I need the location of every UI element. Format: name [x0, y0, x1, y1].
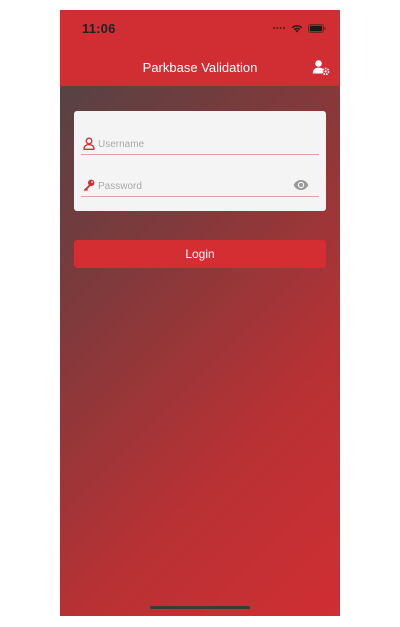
username-input[interactable] — [98, 136, 288, 152]
battery-icon — [308, 23, 326, 33]
status-icons — [272, 23, 326, 33]
password-input[interactable] — [98, 178, 288, 194]
login-button[interactable]: Login — [74, 240, 326, 268]
eye-icon[interactable] — [293, 179, 309, 191]
login-form-card — [74, 111, 326, 211]
navigation-bar: Parkbase Validation — [60, 46, 340, 86]
user-settings-icon[interactable] — [312, 59, 330, 75]
status-time: 11:06 — [82, 21, 116, 36]
app-screen: 11:06 Parkbase Validation Username Login — [60, 10, 340, 616]
password-field — [81, 177, 319, 197]
key-icon — [84, 179, 95, 192]
wifi-icon — [291, 24, 303, 32]
user-icon — [83, 137, 95, 150]
status-bar: 11:06 — [60, 10, 340, 46]
signal-dots-icon — [273, 27, 285, 29]
home-indicator — [150, 606, 250, 609]
page-title: Parkbase Validation — [142, 60, 258, 75]
username-field — [81, 135, 319, 155]
